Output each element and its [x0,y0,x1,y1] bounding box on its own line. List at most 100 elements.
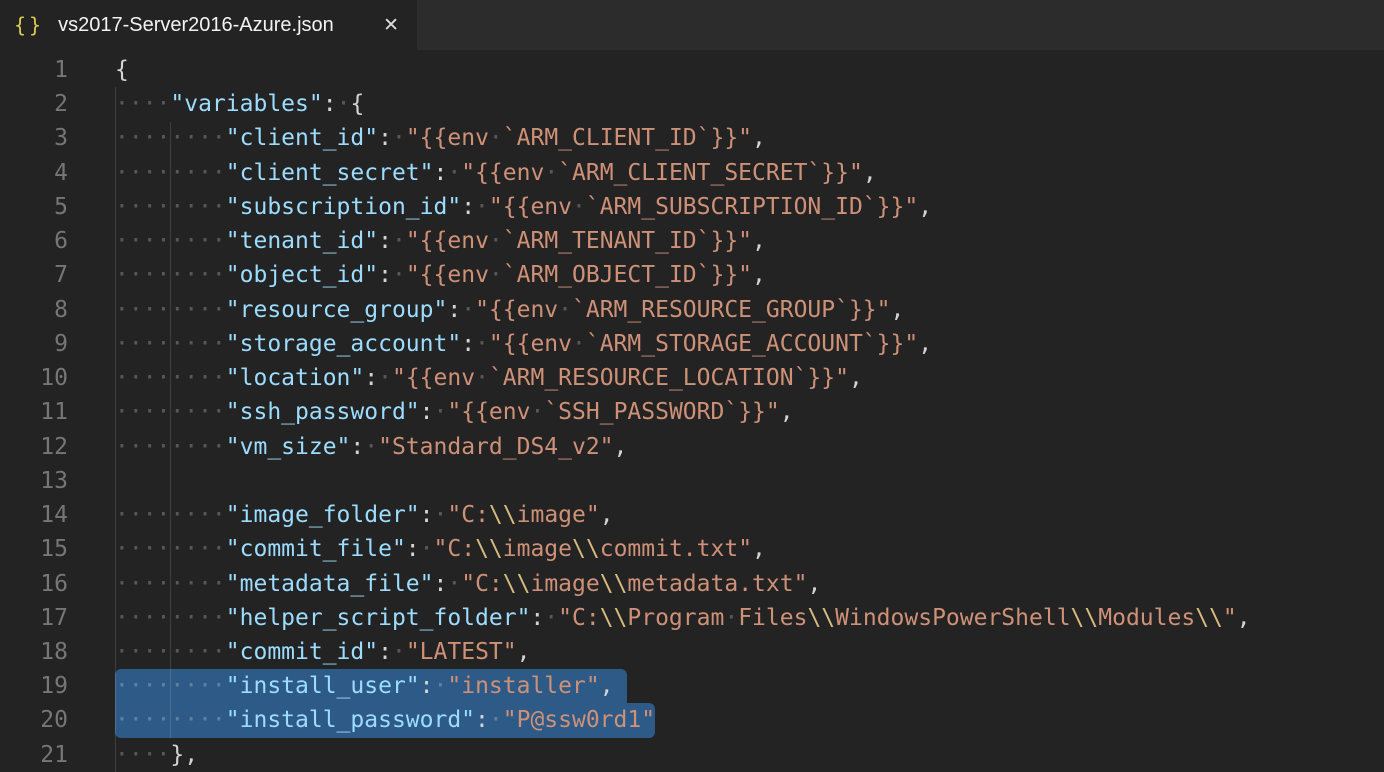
line-number[interactable]: 8 [0,293,68,327]
json-key: "client_id" [226,125,378,151]
code-editor[interactable]: 1{2····"variables":·{3········"client_id… [0,50,1384,772]
code-line-15[interactable]: 15········"commit_file":·"C:\\image\\com… [0,532,1384,566]
line-number[interactable]: 3 [0,121,68,155]
code-line-20[interactable]: 20 ········"install_password":·"P@ssw0rd1… [0,703,1384,737]
line-number[interactable]: 2 [0,87,68,121]
selection-highlight: ········"install_password":·"P@ssw0rd1" [115,703,655,737]
code-line-9[interactable]: 9 ········"storage_account":·"{{env·`ARM_… [0,327,1384,361]
json-string-value: commit.txt" [600,536,752,562]
code-line-14[interactable]: 14 ········"image_folder":·"C:\\image", [0,498,1384,532]
tab-vs2017-server2016-azure-json[interactable]: {} vs2017-Server2016-Azure.json ✕ [0,0,417,50]
json-key: "variables" [170,91,322,117]
code-line-2[interactable]: 2····"variables":·{ [0,87,1384,121]
code-line-11[interactable]: 11········"ssh_password":·"{{env·`SSH_PA… [0,395,1384,429]
line-number[interactable]: 20 [0,703,68,737]
punctuation: : [378,262,392,288]
json-string-value: "{{env [489,331,572,357]
whitespace-dots: · [558,297,572,323]
code-line-19[interactable]: 19········"install_user":·"installer", [0,669,1384,703]
whitespace-dots: ···· [115,742,170,768]
json-key: "commit_id" [226,639,378,665]
line-number[interactable]: 19 [0,669,68,703]
line-number[interactable]: 16 [0,567,68,601]
json-string-value: metadata.txt" [627,571,807,597]
line-number[interactable]: 14 [0,498,68,532]
escape-sequence: \\ [572,536,600,562]
line-number[interactable]: 10 [0,361,68,395]
whitespace-dots: · [489,125,503,151]
line-number[interactable]: 9 [0,327,68,361]
close-tab-icon[interactable]: ✕ [383,16,399,35]
code-line-5[interactable]: 5········"subscription_id":·"{{env·`ARM_… [0,190,1384,224]
whitespace-dots: · [447,571,461,597]
line-number[interactable]: 17 [0,601,68,635]
line-number[interactable]: 18 [0,635,68,669]
indent-guide-inner [170,122,171,738]
line-number[interactable]: 15 [0,532,68,566]
json-string-value: `ARM_TENANT_ID`}}" [503,228,752,254]
json-string-value: "C: [434,536,476,562]
punctuation: : [364,365,378,391]
punctuation: , [517,639,531,665]
json-key: "vm_size" [226,434,351,460]
escape-sequence: \\ [1071,605,1099,631]
line-content: ········"storage_account":·"{{env·`ARM_S… [115,327,932,361]
code-line-17[interactable]: 17········"helper_script_folder":·"C:\\P… [0,601,1384,635]
whitespace-dots: · [475,331,489,357]
punctuation: , [780,399,794,425]
line-content: ········"metadata_file":·"C:\\image\\met… [115,567,821,601]
line-number[interactable]: 5 [0,190,68,224]
punctuation: , [752,125,766,151]
code-line-6[interactable]: 6········"tenant_id":·"{{env·`ARM_TENANT… [0,224,1384,258]
code-line-16[interactable]: 16········"metadata_file":·"C:\\image\\m… [0,567,1384,601]
line-number[interactable]: 21 [0,738,68,772]
json-string-value: "{{env [392,365,475,391]
code-line-12[interactable]: 12 ········"vm_size":·"Standard_DS4_v2", [0,430,1384,464]
punctuation: : [420,673,434,699]
json-key: "metadata_file" [226,571,434,597]
escape-sequence: \\ [1195,605,1223,631]
code-line-3[interactable]: 3········"client_id":·"{{env·`ARM_CLIENT… [0,121,1384,155]
line-number[interactable]: 13 [0,464,68,498]
line-number[interactable]: 7 [0,258,68,292]
punctuation: , [600,673,614,699]
whitespace-dots: ···· [115,91,170,117]
json-string-value: "C: [461,571,503,597]
punctuation: , [863,160,877,186]
code-line-4[interactable]: 4 ········"client_secret":·"{{env·`ARM_CL… [0,156,1384,190]
code-line-7[interactable]: 7········"object_id":·"{{env·`ARM_OBJECT… [0,258,1384,292]
line-content: ········"image_folder":·"C:\\image", [115,498,614,532]
json-string-value: "{{env [406,125,489,151]
whitespace-dots: · [434,399,448,425]
punctuation: : [434,571,448,597]
escape-sequence: \\ [600,571,628,597]
punctuation: , [752,536,766,562]
json-string-value: `ARM_RESOURCE_GROUP`}}" [572,297,891,323]
whitespace-dots: · [392,262,406,288]
line-content: ········"client_secret":·"{{env·`ARM_CLI… [115,156,877,190]
line-content: ········"location":·"{{env·`ARM_RESOURCE… [115,361,863,395]
line-number[interactable]: 11 [0,395,68,429]
whitespace-dots: · [392,228,406,254]
line-content: ········"vm_size":·"Standard_DS4_v2", [115,430,627,464]
code-line-21[interactable]: 21····}, [0,738,1384,772]
punctuation: : [420,502,434,528]
code-line-1[interactable]: 1{ [0,53,1384,87]
code-area[interactable]: 1{2····"variables":·{3········"client_id… [0,50,1384,772]
json-key: "commit_file" [226,536,406,562]
json-string-value: WindowsPowerShell [835,605,1070,631]
line-number[interactable]: 4 [0,156,68,190]
line-number[interactable]: 6 [0,224,68,258]
code-line-13[interactable]: 13 [0,464,1384,498]
code-line-18[interactable]: 18········"commit_id":·"LATEST", [0,635,1384,669]
punctuation: , [614,434,628,460]
json-string-value: "P@ssw0rd1" [503,707,655,733]
code-line-8[interactable]: 8········"resource_group":·"{{env·`ARM_R… [0,293,1384,327]
json-string-value: "{{env [406,228,489,254]
line-number[interactable]: 12 [0,430,68,464]
line-number[interactable]: 1 [0,53,68,87]
punctuation: { [115,57,129,83]
json-string-value: image [530,571,599,597]
code-line-10[interactable]: 10 ········"location":·"{{env·`ARM_RESOUR… [0,361,1384,395]
punctuation: , [849,365,863,391]
